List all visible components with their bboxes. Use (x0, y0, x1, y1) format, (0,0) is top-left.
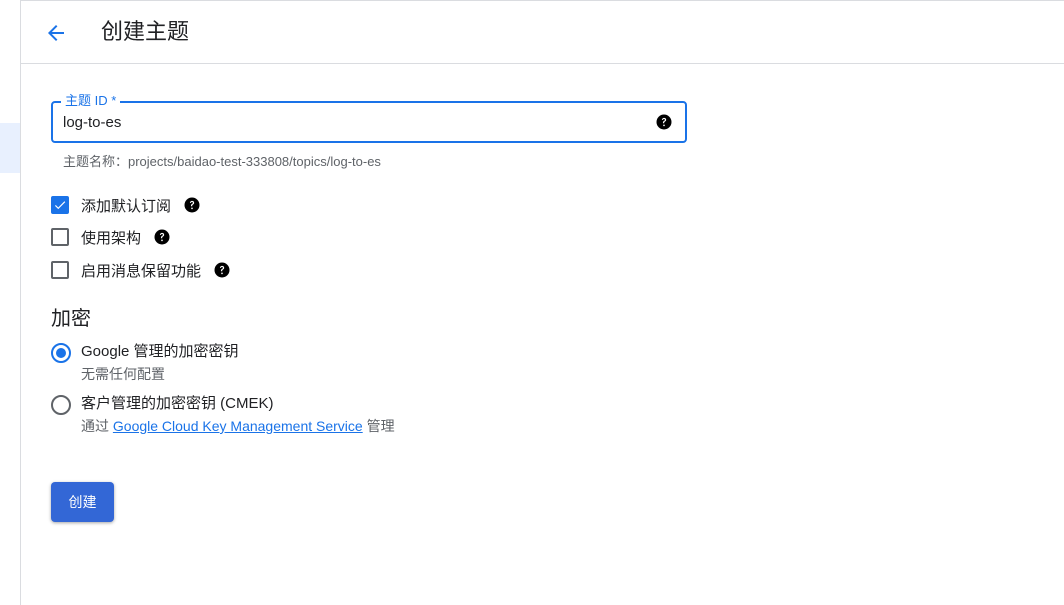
help-icon[interactable] (183, 196, 201, 214)
back-button[interactable] (41, 18, 71, 48)
kms-link[interactable]: Google Cloud Key Management Service (113, 418, 363, 434)
side-nav-collapsed (0, 0, 21, 605)
cmek-description-prefix: 通过 (81, 418, 109, 434)
cmek-label: 客户管理的加密密钥 (CMEK) (81, 395, 274, 412)
arrow-back-icon (48, 25, 64, 41)
use-schema-option[interactable]: 使用架构 (51, 226, 171, 248)
google-managed-key-description: 无需任何配置 (81, 366, 165, 382)
topic-id-field[interactable]: 主题 ID * (51, 93, 687, 143)
encryption-section-title: 加密 (51, 308, 91, 330)
add-default-subscription-checkbox[interactable] (51, 196, 69, 214)
use-schema-label: 使用架构 (81, 229, 142, 247)
google-managed-key-radio[interactable] (51, 343, 71, 363)
help-icon[interactable] (655, 113, 673, 131)
help-icon[interactable] (153, 228, 171, 246)
page-title: 创建主题 (101, 19, 190, 44)
use-schema-checkbox[interactable] (51, 228, 69, 246)
cmek-option[interactable]: 客户管理的加密密钥 (CMEK) 通过 Google Cloud Key Man… (51, 394, 395, 436)
add-default-subscription-option[interactable]: 添加默认订阅 (51, 194, 201, 216)
enable-retention-option[interactable]: 启用消息保留功能 (51, 259, 231, 281)
help-icon[interactable] (213, 261, 231, 279)
page: 创建主题 主题 ID * 主题名称：projects/baidao-test-3… (0, 0, 1064, 605)
page-header: 创建主题 (21, 0, 1064, 64)
cmek-description: 通过 Google Cloud Key Management Service 管… (81, 416, 395, 436)
checkmark-icon (54, 201, 66, 210)
topic-id-label: 主题 ID * (61, 93, 121, 109)
add-default-subscription-label: 添加默认订阅 (81, 197, 172, 215)
enable-retention-checkbox[interactable] (51, 261, 69, 279)
nav-active-indicator[interactable] (0, 123, 20, 173)
topic-id-input[interactable] (63, 111, 623, 133)
cmek-description-suffix: 管理 (366, 418, 395, 434)
enable-retention-label: 启用消息保留功能 (81, 262, 202, 280)
cmek-radio[interactable] (51, 395, 71, 415)
google-managed-key-option[interactable]: Google 管理的加密密钥 无需任何配置 (51, 342, 239, 384)
create-button[interactable]: 创建 (51, 482, 114, 522)
topic-name-hint: 主题名称：projects/baidao-test-333808/topics/… (63, 154, 381, 169)
google-managed-key-label: Google 管理的加密密钥 (81, 343, 239, 360)
